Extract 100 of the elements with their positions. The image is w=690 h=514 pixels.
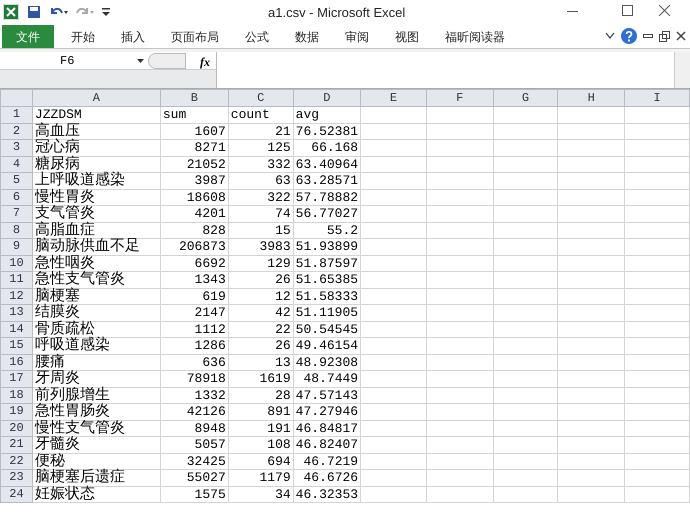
row-header[interactable]: 9 — [0, 238, 32, 255]
table-cell: 21052 — [160, 156, 228, 172]
table-cell: 3983 — [228, 238, 294, 255]
row-header[interactable]: 13 — [0, 304, 32, 321]
ribbon-tab[interactable]: 开始 — [58, 25, 108, 48]
save-icon[interactable] — [27, 5, 41, 19]
close-icon[interactable] — [676, 31, 686, 41]
customize-toolbar-icon[interactable] — [101, 5, 111, 19]
table-cell: 高血压 — [32, 123, 160, 140]
formula-bar-divider-handle[interactable] — [148, 53, 186, 69]
table-cell: 脑动脉供血不足 — [32, 238, 160, 255]
insert-function-button[interactable]: fx — [200, 53, 210, 71]
formula-input-field[interactable] — [216, 52, 674, 88]
table-cell: 56.77027 — [293, 206, 361, 222]
table-cell: 48.7449 — [293, 370, 361, 387]
row-header[interactable]: 1 — [0, 106, 32, 123]
table-cell: 129 — [228, 255, 294, 272]
row-header[interactable]: 15 — [0, 338, 32, 354]
table-cell: 急性胃肠炎 — [32, 404, 160, 420]
table-cell: 4201 — [160, 206, 228, 222]
table-cell: 妊娠状态 — [32, 486, 160, 502]
ribbon-tab[interactable]: 福昕阅读器 — [432, 25, 518, 48]
table-cell: 26 — [228, 272, 294, 288]
table-cell: 51.58333 — [293, 288, 361, 304]
table-cell: 332 — [228, 156, 294, 172]
table-cell: 骨质疏松 — [32, 321, 160, 338]
table-cell: 牙髓炎 — [32, 436, 160, 453]
table-cell: 46.7219 — [293, 453, 361, 470]
table-cell: 78918 — [160, 370, 228, 387]
ribbon-tab[interactable]: 页面布局 — [158, 25, 232, 48]
table-cell: 51.87597 — [293, 255, 361, 272]
row-header[interactable]: 19 — [0, 404, 32, 420]
row-header[interactable]: 23 — [0, 470, 32, 486]
row-header[interactable]: 3 — [0, 140, 32, 156]
column-header[interactable]: D — [293, 90, 361, 106]
table-cell: 糖尿病 — [32, 156, 160, 172]
name-box[interactable]: F6 — [0, 52, 148, 70]
row-header[interactable]: 16 — [0, 354, 32, 370]
row-header[interactable]: 24 — [0, 486, 32, 502]
close-icon[interactable] — [659, 5, 670, 16]
restore-icon[interactable] — [659, 30, 670, 42]
table-cell: 上呼吸道感染 — [32, 172, 160, 189]
ribbon-tab[interactable]: 公式 — [232, 25, 282, 48]
row-header[interactable]: 2 — [0, 123, 32, 140]
table-cell: 冠心病 — [32, 140, 160, 156]
table-cell: 322 — [228, 189, 294, 206]
ribbon-tab[interactable]: 数据 — [282, 25, 332, 48]
column-header[interactable]: H — [558, 90, 625, 106]
ribbon-tab[interactable]: 文件 — [2, 25, 54, 48]
column-header[interactable]: I — [624, 90, 690, 106]
table-cell: 牙周炎 — [32, 370, 160, 387]
table-cell: count — [228, 106, 294, 123]
row-header[interactable]: 14 — [0, 321, 32, 338]
row-header[interactable]: 21 — [0, 436, 32, 453]
row-header[interactable]: 7 — [0, 206, 32, 222]
column-header[interactable]: E — [360, 90, 426, 106]
table-cell: 636 — [160, 354, 228, 370]
row-header[interactable]: 12 — [0, 288, 32, 304]
collapse-ribbon-icon[interactable] — [605, 32, 615, 40]
column-header[interactable]: B — [160, 90, 228, 106]
column-header[interactable]: C — [228, 90, 294, 106]
table-cell: 支气管炎 — [32, 206, 160, 222]
ribbon-tab[interactable]: 审阅 — [332, 25, 382, 48]
row-header[interactable]: 18 — [0, 387, 32, 404]
table-cell: 47.27946 — [293, 404, 361, 420]
table-cell: 2147 — [160, 304, 228, 321]
table-cell: 3987 — [160, 172, 228, 189]
table-cell: 50.54545 — [293, 321, 361, 338]
column-header[interactable]: A — [32, 90, 160, 106]
table-cell: 8271 — [160, 140, 228, 156]
dropdown-caret-icon[interactable] — [137, 59, 144, 63]
table-cell: 108 — [228, 436, 294, 453]
table-cell: 34 — [228, 486, 294, 502]
table-cell: 21 — [228, 123, 294, 140]
table-cell: 前列腺增生 — [32, 387, 160, 404]
table-cell: 呼吸道感染 — [32, 338, 160, 354]
table-cell: 49.46154 — [293, 338, 361, 354]
ribbon-tab[interactable]: 视图 — [382, 25, 432, 48]
column-header[interactable]: G — [493, 90, 558, 106]
column-header[interactable]: F — [426, 90, 494, 106]
row-header[interactable]: 5 — [0, 172, 32, 189]
row-header[interactable]: 4 — [0, 156, 32, 172]
table-cell: 15 — [228, 222, 294, 238]
minimize-icon[interactable] — [643, 34, 653, 38]
window-title: a1.csv - Microsoft Excel — [268, 4, 406, 22]
maximize-icon[interactable] — [622, 5, 633, 16]
table-cell: avg — [293, 106, 361, 123]
help-icon[interactable] — [621, 28, 637, 44]
table-cell: 腰痛 — [32, 354, 160, 370]
table-cell: 66.168 — [293, 140, 361, 156]
row-header[interactable]: 6 — [0, 189, 32, 206]
row-header[interactable]: 10 — [0, 255, 32, 272]
table-cell: 42 — [228, 304, 294, 321]
row-header[interactable]: 20 — [0, 420, 32, 436]
ribbon-tab[interactable]: 插入 — [108, 25, 158, 48]
row-header[interactable]: 11 — [0, 272, 32, 288]
row-header[interactable]: 22 — [0, 453, 32, 470]
row-header[interactable]: 17 — [0, 370, 32, 387]
table-cell: 1112 — [160, 321, 228, 338]
row-header[interactable]: 8 — [0, 222, 32, 238]
